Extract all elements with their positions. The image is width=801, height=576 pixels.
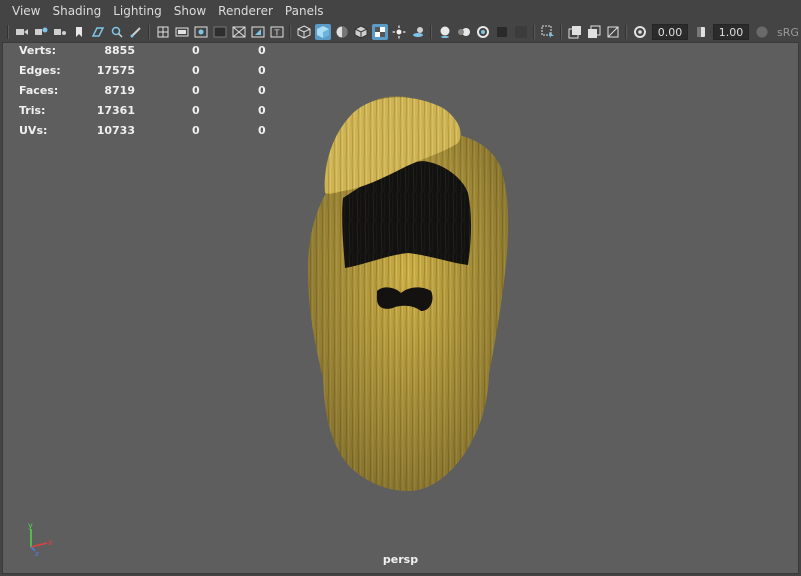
safe-title-icon[interactable]: T: [269, 24, 285, 40]
camera-name-label: persp: [382, 553, 419, 566]
toolbar-separator: [560, 25, 562, 39]
color-space-label[interactable]: sRG: [777, 26, 799, 39]
menu-lighting[interactable]: Lighting: [107, 0, 168, 22]
hud-label: UVs:: [19, 124, 48, 137]
smooth-shade-icon[interactable]: [314, 24, 331, 40]
hud-value-selected: 0: [192, 104, 200, 117]
panel-menubar: View Shading Lighting Show Renderer Pane…: [0, 0, 801, 22]
hud-value-components: 0: [258, 124, 266, 137]
hud-label: Faces:: [19, 84, 59, 97]
toolbar-separator: [533, 25, 535, 39]
textured-icon[interactable]: [371, 24, 388, 40]
menu-show[interactable]: Show: [168, 0, 212, 22]
menu-view[interactable]: View: [6, 0, 46, 22]
xray-icon[interactable]: [567, 24, 583, 40]
select-camera-icon[interactable]: [14, 24, 30, 40]
perspective-viewport[interactable]: Verts: 8855 0 0 Edges: 17575 0 0 Faces: …: [2, 42, 799, 574]
grease-pencil-icon[interactable]: [109, 24, 125, 40]
menu-shading[interactable]: Shading: [46, 0, 107, 22]
wireframe-on-shaded-icon[interactable]: [353, 24, 369, 40]
exposure-icon[interactable]: [632, 24, 648, 40]
hud-value-components: 0: [258, 84, 266, 97]
film-gate-icon[interactable]: [174, 24, 190, 40]
xray-joints-icon[interactable]: [586, 24, 602, 40]
bookmark-icon[interactable]: [71, 24, 87, 40]
gate-mask-icon[interactable]: [212, 24, 228, 40]
svg-text:T: T: [273, 29, 279, 38]
hud-value-selected: 0: [192, 84, 200, 97]
resolution-gate-icon[interactable]: [193, 24, 209, 40]
field-chart-icon[interactable]: [231, 24, 247, 40]
hud-value-components: 0: [258, 64, 266, 77]
gamma-field[interactable]: 1.00: [713, 24, 749, 40]
menu-renderer[interactable]: Renderer: [212, 0, 279, 22]
axis-x-label: x: [48, 538, 53, 547]
toolbar-separator: [289, 25, 291, 39]
camera-attributes-icon[interactable]: [33, 24, 49, 40]
motion-blur-icon[interactable]: [456, 24, 472, 40]
hud-value-object: 10733: [96, 124, 135, 137]
hud-value-selected: 0: [192, 124, 200, 137]
panel-toolbar: T 0.00 1.00 sRG: [0, 22, 801, 42]
hud-value-object: 17361: [96, 104, 135, 117]
default-material-icon[interactable]: [334, 24, 350, 40]
view-axis-icon: y x z: [28, 521, 53, 557]
exposure-field[interactable]: 0.00: [652, 24, 688, 40]
hud-value-selected: 0: [192, 64, 200, 77]
xray-select-icon[interactable]: [540, 24, 556, 40]
hud-value-object: 8855: [104, 44, 135, 57]
screen-space-ao-icon[interactable]: [437, 24, 453, 40]
camera-bookmark-icon[interactable]: [52, 24, 68, 40]
view-transform-icon[interactable]: [754, 24, 770, 40]
multisample-aa-icon[interactable]: [475, 24, 491, 40]
hud-value-selected: 0: [192, 44, 200, 57]
hud-value-components: 0: [258, 104, 266, 117]
isolate-select-icon[interactable]: [513, 24, 529, 40]
gamma-icon[interactable]: [693, 24, 709, 40]
backface-culling-icon[interactable]: [605, 24, 621, 40]
two-d-pan-zoom-icon[interactable]: [128, 24, 144, 40]
grid-icon[interactable]: [155, 24, 171, 40]
hud-value-object: 17575: [96, 64, 135, 77]
toolbar-separator: [7, 25, 9, 39]
image-plane-icon[interactable]: [90, 24, 106, 40]
menu-panels[interactable]: Panels: [279, 0, 330, 22]
hud-value-components: 0: [258, 44, 266, 57]
toolbar-separator: [625, 25, 627, 39]
wireframe-icon[interactable]: [296, 24, 312, 40]
toolbar-separator: [148, 25, 150, 39]
depth-of-field-icon[interactable]: [494, 24, 510, 40]
safe-action-icon[interactable]: [250, 24, 266, 40]
beard-hair-model[interactable]: [3, 43, 798, 573]
use-all-lights-icon[interactable]: [391, 24, 407, 40]
hud-label: Tris:: [19, 104, 46, 117]
axis-y-label: y: [28, 521, 33, 530]
toolbar-separator: [430, 25, 432, 39]
hud-label: Verts:: [19, 44, 57, 57]
hud-value-object: 8719: [104, 84, 135, 97]
shadows-icon[interactable]: [410, 24, 426, 40]
hud-label: Edges:: [19, 64, 61, 77]
